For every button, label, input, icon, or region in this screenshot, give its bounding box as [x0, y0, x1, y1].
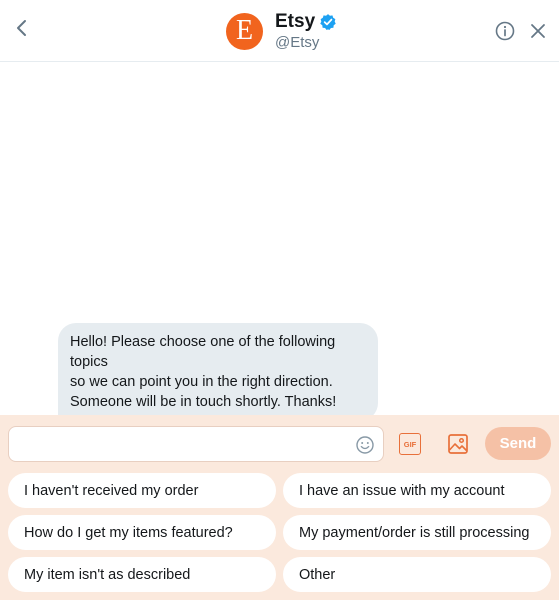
display-name: Etsy: [275, 11, 316, 32]
chevron-left-icon: [17, 20, 26, 36]
close-icon: [531, 24, 545, 38]
conversation-header: E Etsy @Etsy: [0, 0, 559, 62]
message-line: Hello! Please choose one of the followin…: [70, 334, 336, 370]
handle: @Etsy: [275, 34, 320, 51]
message-line: Someone will be in touch shortly. Thanks…: [70, 394, 337, 410]
verified-badge-icon: [320, 14, 336, 30]
emoji-icon[interactable]: [355, 435, 375, 455]
gif-button[interactable]: GIF: [399, 433, 421, 455]
back-button[interactable]: [10, 16, 34, 40]
send-button[interactable]: Send: [485, 427, 551, 460]
display-name-row: Etsy: [275, 11, 337, 33]
close-button[interactable]: [528, 21, 548, 41]
composer: GIF Send I haven't received my order I h…: [0, 415, 559, 600]
quick-reply-option[interactable]: Other: [283, 557, 551, 592]
info-button[interactable]: [494, 20, 516, 42]
quick-reply-option[interactable]: How do I get my items featured?: [8, 515, 276, 550]
quick-reply-option[interactable]: My item isn't as described: [8, 557, 276, 592]
info-icon: [495, 21, 515, 41]
message-input-box[interactable]: [8, 426, 384, 462]
quick-reply-option[interactable]: I have an issue with my account: [283, 473, 551, 508]
message-input[interactable]: [19, 433, 349, 457]
profile-names: Etsy @Etsy: [275, 11, 337, 51]
dm-conversation-window: E Etsy @Etsy Hello! Please choose one of…: [0, 0, 559, 600]
quick-reply-options: I haven't received my order I have an is…: [8, 473, 551, 592]
avatar[interactable]: E: [226, 12, 263, 50]
message-line: so we can point you in the right directi…: [70, 374, 333, 390]
conversation-title[interactable]: E Etsy @Etsy: [226, 10, 337, 52]
image-icon[interactable]: [447, 433, 469, 455]
quick-reply-option[interactable]: I haven't received my order: [8, 473, 276, 508]
message-list[interactable]: Hello! Please choose one of the followin…: [0, 62, 559, 421]
message-bubble: Hello! Please choose one of the followin…: [58, 323, 378, 421]
quick-reply-option[interactable]: My payment/order is still processing: [283, 515, 551, 550]
